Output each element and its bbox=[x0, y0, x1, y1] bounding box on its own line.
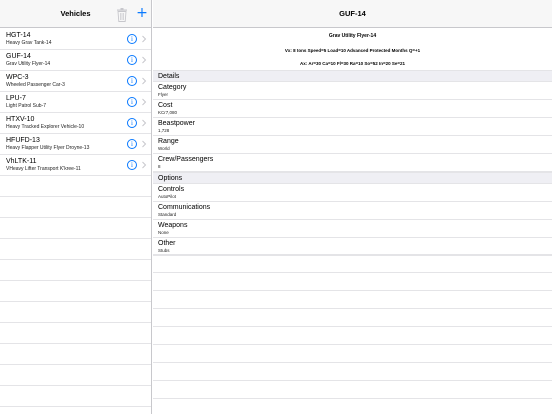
empty-rows bbox=[153, 254, 552, 414]
info-icon[interactable]: i bbox=[127, 139, 137, 149]
field-range[interactable]: Range World bbox=[153, 136, 552, 154]
chevron-right-icon bbox=[142, 35, 147, 43]
info-icon[interactable]: i bbox=[127, 160, 137, 170]
field-value: 8 bbox=[158, 164, 161, 169]
info-icon[interactable]: i bbox=[127, 76, 137, 86]
plus-icon: + bbox=[136, 5, 148, 21]
chevron-right-icon bbox=[142, 56, 147, 64]
field-label: Range bbox=[158, 138, 179, 145]
chevron-right-icon bbox=[142, 161, 147, 169]
trash-icon[interactable] bbox=[116, 8, 128, 22]
field-value: 1,728 bbox=[158, 128, 170, 133]
field-label: Controls bbox=[158, 186, 185, 193]
list-item[interactable]: LPU-7 Light Patrol Sub-7 i bbox=[0, 92, 151, 113]
sidebar-title: Vehicles bbox=[60, 9, 91, 18]
add-vehicle-button[interactable]: + bbox=[135, 6, 149, 20]
sidebar-navbar: Vehicles + bbox=[0, 0, 151, 28]
field-label: Crew/Passengers bbox=[158, 156, 214, 163]
field-label: Other bbox=[158, 240, 176, 247]
info-icon[interactable]: i bbox=[127, 97, 137, 107]
list-item[interactable]: WPC-3 Wheeled Passenger Car-3 i bbox=[0, 71, 151, 92]
field-cost[interactable]: Cost KCr7,080 bbox=[153, 100, 552, 118]
vehicle-list: HGT-14 Heavy Grav Tank-14 i GUF-14 Grav … bbox=[0, 29, 151, 414]
list-item[interactable]: GUF-14 Grav Utility Flyer-14 i bbox=[0, 50, 151, 71]
info-icon[interactable]: i bbox=[127, 55, 137, 65]
field-label: Category bbox=[158, 84, 187, 91]
vehicle-stats: Vx: 8 tons Speed=5 Load=10 Advanced Prot… bbox=[284, 48, 421, 53]
section-header-details: Details bbox=[153, 70, 552, 82]
chevron-right-icon bbox=[142, 119, 147, 127]
field-value: World bbox=[158, 146, 170, 151]
info-icon[interactable]: i bbox=[127, 118, 137, 128]
field-label: Communications bbox=[158, 204, 211, 211]
list-item[interactable]: HFUFD-13 Heavy Flapper Utility Flyer Dro… bbox=[0, 134, 151, 155]
vehicle-detail: GUF-14 Grav Utility Flyer-14 Vx: 8 tons … bbox=[153, 0, 552, 414]
options-section: Options Controls AutoPilot Communication… bbox=[153, 172, 552, 256]
field-value: None bbox=[158, 230, 169, 235]
section-header-options: Options bbox=[153, 172, 552, 184]
vehicle-summary: Grav Utility Flyer-14 Vx: 8 tons Speed=5… bbox=[153, 28, 552, 68]
vehicle-subtitle: Grav Utility Flyer-14 bbox=[328, 33, 377, 39]
field-value: AutoPilot bbox=[158, 194, 177, 199]
chevron-right-icon bbox=[142, 140, 147, 148]
field-controls[interactable]: Controls AutoPilot bbox=[153, 184, 552, 202]
details-section: Details Category Flyer Cost KCr7,080 Bea… bbox=[153, 70, 552, 172]
field-value: KCr7,080 bbox=[158, 110, 178, 115]
chevron-right-icon bbox=[142, 98, 147, 106]
field-beastpower[interactable]: Beastpower 1,728 bbox=[153, 118, 552, 136]
detail-navbar: GUF-14 bbox=[153, 0, 552, 28]
field-value: Flyer bbox=[158, 92, 168, 97]
vehicles-sidebar: Vehicles + HGT-14 Heavy Grav Tank-14 i G… bbox=[0, 0, 152, 414]
field-label: Beastpower bbox=[158, 120, 195, 127]
field-communications[interactable]: Communications Standard bbox=[153, 202, 552, 220]
info-icon[interactable]: i bbox=[127, 34, 137, 44]
field-weapons[interactable]: Weapons None bbox=[153, 220, 552, 238]
vehicle-armor: Ax: Ar=30 Ca=10 Fl=30 Ra=10 So=52 In=20 … bbox=[299, 61, 406, 66]
field-category[interactable]: Category Flyer bbox=[153, 82, 552, 100]
field-value: Standard bbox=[158, 212, 177, 217]
list-item[interactable]: HGT-14 Heavy Grav Tank-14 i bbox=[0, 29, 151, 50]
field-label: Weapons bbox=[158, 222, 188, 229]
list-item[interactable]: HTXV-10 Heavy Tracked Explorer Vehicle-1… bbox=[0, 113, 151, 134]
field-label: Cost bbox=[158, 102, 173, 109]
field-crew-passengers[interactable]: Crew/Passengers 8 bbox=[153, 154, 552, 172]
detail-title: GUF-14 bbox=[339, 9, 366, 18]
list-item[interactable]: VhLTK-11 VHeavy Lifter Transport K'kree-… bbox=[0, 155, 151, 176]
chevron-right-icon bbox=[142, 77, 147, 85]
